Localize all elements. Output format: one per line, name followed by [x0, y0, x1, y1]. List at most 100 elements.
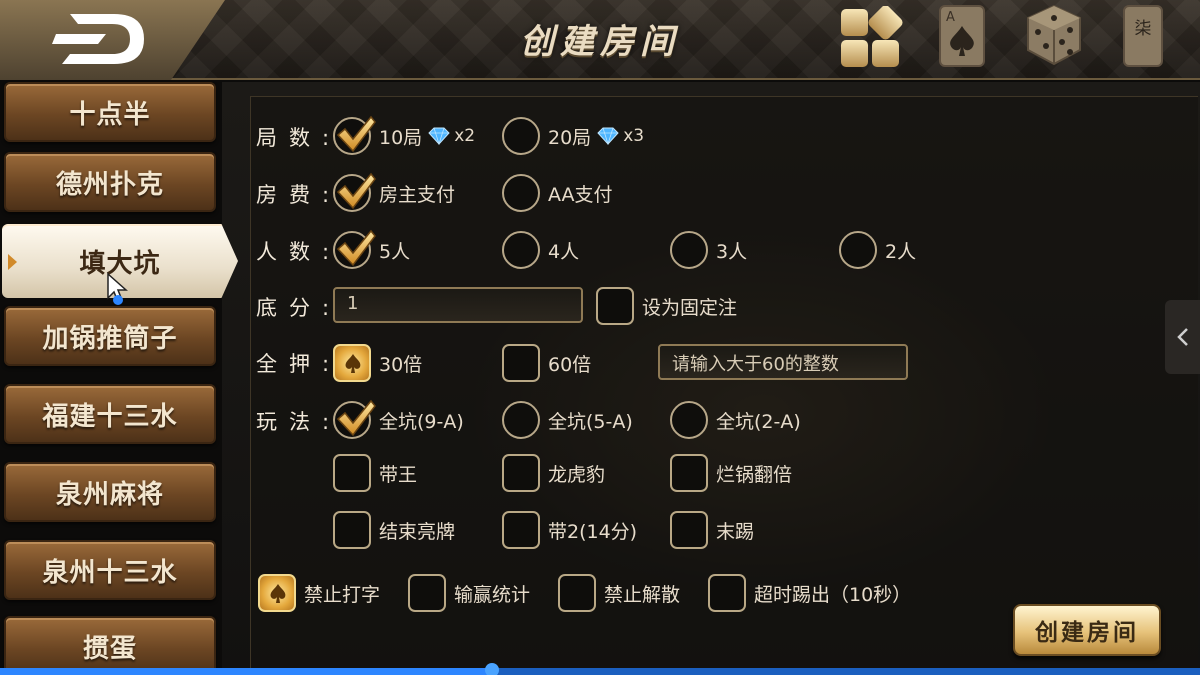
play-option-5a[interactable]: 全坑(5-A) [502, 401, 633, 439]
players-option-3[interactable]: 3人 [670, 231, 747, 269]
sidebar-item-guandan[interactable]: 掼蛋 [4, 616, 216, 675]
check-icon [333, 113, 377, 157]
option-label: 20局 [548, 126, 592, 149]
option-label: 烂锅翻倍 [716, 463, 793, 486]
diamond-icon [597, 127, 619, 145]
option-label: 禁止解散 [604, 583, 681, 606]
fixed-bet-option[interactable]: 设为固定注 [596, 287, 737, 325]
checkbox[interactable] [670, 511, 708, 549]
radio-circle[interactable] [670, 401, 708, 439]
checkbox[interactable] [558, 574, 596, 612]
side-drawer-handle[interactable] [1165, 300, 1200, 374]
base-score-input[interactable]: 1 [333, 287, 583, 323]
players-option-2[interactable]: 2人 [839, 231, 916, 269]
back-button[interactable] [0, 0, 225, 80]
option-label: 超时踢出（10秒） [754, 583, 912, 606]
players-option-4[interactable]: 4人 [502, 231, 579, 269]
radio-circle[interactable] [502, 231, 540, 269]
checkbox[interactable] [502, 344, 540, 382]
game-list-sidebar: 十点半 德州扑克 填大坑 加锅推筒子 福建十三水 泉州麻将 泉州十三水 掼蛋 [0, 82, 240, 675]
checkbox[interactable] [596, 287, 634, 325]
checkbox[interactable] [670, 454, 708, 492]
diamond-icon [428, 127, 450, 145]
option-label: 全坑(5-A) [548, 410, 633, 433]
option-label: 2人 [885, 240, 917, 263]
play-box-longhubao[interactable]: 龙虎豹 [502, 454, 605, 492]
checkbox[interactable] [502, 454, 540, 492]
rounds-label: 局数: [256, 126, 330, 150]
checkbox[interactable] [502, 511, 540, 549]
checkbox[interactable] [258, 574, 296, 612]
ace-spade-card-icon[interactable]: A [938, 4, 988, 72]
play-box-last-kick[interactable]: 末踢 [670, 511, 754, 549]
sidebar-item-label: 掼蛋 [82, 633, 137, 664]
sidebar-item-tiandakeng[interactable]: 填大坑 [2, 224, 238, 298]
checkbox[interactable] [333, 344, 371, 382]
radio-circle[interactable] [502, 401, 540, 439]
radio-circle[interactable] [333, 401, 371, 439]
radio-circle[interactable] [333, 231, 371, 269]
extra-timeout-kick[interactable]: 超时踢出（10秒） [708, 574, 911, 612]
players-option-5[interactable]: 5人 [333, 231, 410, 269]
play-option-9a[interactable]: 全坑(9-A) [333, 401, 464, 439]
top-bar: 创建房间 A 柒 [0, 0, 1200, 80]
play-option-2a[interactable]: 全坑(2-A) [670, 401, 801, 439]
checkbox[interactable] [333, 454, 371, 492]
rounds-option-10[interactable]: 10局 x2 [333, 117, 475, 155]
sidebar-item-fujian-shisanshui[interactable]: 福建十三水 [4, 384, 216, 444]
fee-option-aa[interactable]: AA支付 [502, 174, 613, 212]
checkbox[interactable] [408, 574, 446, 612]
fee-option-host[interactable]: 房主支付 [333, 174, 455, 212]
sidebar-item-jiaguo-tuitongzi[interactable]: 加锅推筒子 [4, 306, 216, 366]
sidebar-item-shidianban[interactable]: 十点半 [4, 82, 216, 142]
sidebar-item-texas-holdem[interactable]: 德州扑克 [4, 152, 216, 212]
diamond-cost: x3 [623, 126, 645, 146]
dice-icon[interactable] [1024, 2, 1084, 72]
play-box-show-cards[interactable]: 结束亮牌 [333, 511, 455, 549]
option-label: 房主支付 [379, 183, 456, 206]
radio-circle[interactable] [670, 231, 708, 269]
check-icon [333, 170, 377, 214]
allin-option-60[interactable]: 60倍 [502, 344, 591, 382]
option-label: 5人 [379, 240, 411, 263]
radio-circle[interactable] [839, 231, 877, 269]
play-box-jokers[interactable]: 带王 [333, 454, 417, 492]
diamond-cost: x2 [454, 126, 476, 146]
checkbox[interactable] [333, 511, 371, 549]
option-label: 禁止打字 [304, 583, 381, 606]
svg-text:A: A [946, 10, 955, 25]
checkbox[interactable] [708, 574, 746, 612]
sidebar-item-label: 加锅推筒子 [42, 323, 178, 354]
players-label: 人数: [256, 240, 330, 264]
play-box-languo[interactable]: 烂锅翻倍 [670, 454, 792, 492]
sidebar-item-label: 福建十三水 [42, 401, 178, 432]
tile-qi-icon[interactable]: 柒 [1122, 4, 1166, 72]
allin-option-30[interactable]: 30倍 [333, 344, 422, 382]
grid-menu-icon[interactable] [838, 5, 904, 76]
sidebar-item-quanzhou-mahjong[interactable]: 泉州麻将 [4, 462, 216, 522]
progress-fill [0, 668, 492, 675]
extra-win-stats[interactable]: 输赢统计 [408, 574, 530, 612]
radio-circle[interactable] [333, 174, 371, 212]
create-room-button[interactable]: 创建房间 [1013, 604, 1161, 656]
sidebar-item-quanzhou-shisanshui[interactable]: 泉州十三水 [4, 540, 216, 600]
base-score-label: 底分: [256, 296, 330, 320]
option-label: 末踢 [716, 520, 755, 543]
option-label: 10局 [379, 126, 423, 149]
progress-thumb[interactable] [485, 663, 499, 675]
allin-custom-input[interactable]: 请输入大于60的整数 [658, 344, 908, 380]
extra-no-dissolve[interactable]: 禁止解散 [558, 574, 680, 612]
option-label: 带王 [379, 463, 418, 486]
video-progress-bar[interactable] [0, 663, 1200, 675]
radio-circle[interactable] [502, 117, 540, 155]
check-icon [333, 227, 377, 271]
option-label: 设为固定注 [642, 296, 738, 319]
sidebar-item-label: 泉州麻将 [55, 479, 164, 510]
radio-circle[interactable] [333, 117, 371, 155]
play-box-with-2[interactable]: 带2(14分) [502, 511, 637, 549]
radio-circle[interactable] [502, 174, 540, 212]
option-label: 60倍 [548, 353, 592, 376]
rounds-option-20[interactable]: 20局 x3 [502, 117, 644, 155]
extra-no-typing[interactable]: 禁止打字 [258, 574, 380, 612]
play-mode-label: 玩法: [256, 410, 330, 434]
